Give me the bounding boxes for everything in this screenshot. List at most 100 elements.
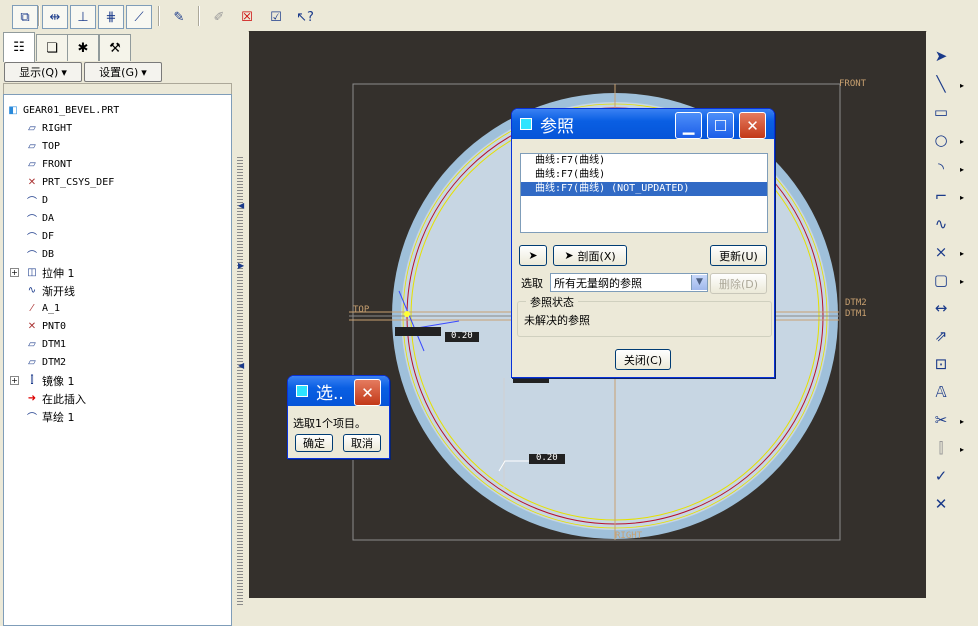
expand-toggle[interactable]: + [10, 376, 19, 385]
tree-item[interactable]: ▱ DTM2 [25, 354, 66, 371]
point-icon[interactable]: × [929, 241, 953, 263]
select-arrow-icon[interactable]: ➤ [929, 45, 953, 67]
flyout-arrow-icon[interactable]: ▸ [960, 445, 964, 454]
tree-item[interactable]: ⌒ DB [25, 246, 54, 263]
flyout-arrow-icon[interactable]: ▸ [960, 193, 964, 202]
tree-item[interactable]: ◫ 拉伸 1 [25, 264, 74, 281]
modify-icon[interactable]: ⇗ [929, 325, 953, 347]
dimension-icon[interactable]: ↔ [929, 297, 953, 319]
tree-item[interactable]: ✕ PNT0 [25, 318, 66, 335]
tree-item-root[interactable]: ◧ GEAR01_BEVEL.PRT [6, 102, 119, 119]
tree-item[interactable]: ▱ DTM1 [25, 336, 66, 353]
top-datum-label: TOP [353, 305, 370, 315]
minimize-icon[interactable]: ▁ [675, 112, 702, 139]
pick-reference-button[interactable]: ➤ [519, 245, 547, 266]
datum-planes-display-icon[interactable]: ⇹ [42, 5, 68, 29]
dimension-value[interactable]: 0.20 [536, 453, 558, 463]
spline-icon[interactable]: ∿ [929, 213, 953, 235]
splitter-grip [237, 157, 243, 607]
expand-toggle[interactable]: + [10, 268, 19, 277]
section-button[interactable]: ➤ 剖面(X) [553, 245, 627, 266]
datum-points-display-icon[interactable]: ⋕ [98, 5, 124, 29]
maximize-icon[interactable]: ☐ [707, 112, 734, 139]
datum-axes-display-icon[interactable]: ⊥ [70, 5, 96, 29]
datum-plane-icon: ▱ [28, 141, 36, 152]
flyout-arrow-icon[interactable]: ▸ [960, 277, 964, 286]
coordinate-systems-display-icon[interactable]: ⟋ [126, 5, 152, 29]
app-icon [296, 385, 308, 397]
select-box-icon[interactable]: ☑ [263, 5, 289, 29]
ok-button[interactable]: 确定 [295, 434, 333, 452]
favorites-tab[interactable]: ⚒ [99, 34, 131, 61]
tree-item[interactable]: ⌒ D [25, 192, 48, 209]
datum-plane-icon: ▱ [28, 159, 36, 170]
display-dropdown-button[interactable]: 显示(Q) ▾ [4, 62, 82, 82]
toolbar-separator [38, 6, 40, 26]
tree-item[interactable]: ⌒ DF [25, 228, 54, 245]
collapse-arrow-icon[interactable]: ◀ [238, 361, 244, 370]
accept-icon[interactable]: ✓ [929, 465, 953, 487]
layer-tab[interactable]: ❏ [36, 34, 68, 61]
rectangle-icon[interactable]: ▭ [929, 101, 953, 123]
circle-icon[interactable]: ○ [929, 129, 953, 151]
properties-tab[interactable]: ✱ [67, 34, 99, 61]
tree-item[interactable]: ∿ 渐开线 [25, 282, 75, 299]
tree-item[interactable]: ⫿ 镜像 1 [25, 372, 74, 389]
tree-item[interactable]: ▱ RIGHT [25, 120, 72, 137]
list-item[interactable]: 曲线:F7(曲线) [521, 168, 767, 182]
flyout-arrow-icon[interactable]: ▸ [960, 81, 964, 90]
settings-dropdown-button[interactable]: 设置(G) ▾ [84, 62, 162, 82]
section-button-label: 剖面(X) [577, 249, 616, 263]
mirror-sketch-icon[interactable]: ⫿ [929, 437, 953, 459]
trim-icon[interactable]: ✂ [929, 409, 953, 431]
panel-splitter[interactable]: ◀ ▶ ◀ [236, 31, 248, 608]
tree-item-label: DA [42, 213, 55, 224]
context-help-icon[interactable]: ↖? [292, 5, 318, 29]
constraints-icon[interactable]: ⊡ [929, 353, 953, 375]
flyout-arrow-icon[interactable]: ▸ [960, 249, 964, 258]
tree-item[interactable]: ⌒ 草绘 1 [25, 408, 75, 425]
datum-plane-icon: ▱ [28, 123, 36, 134]
tree-item-label: 渐开线 [42, 284, 75, 298]
tree-item[interactable]: ⌒ DA [25, 210, 54, 227]
line-icon[interactable]: ╲ [929, 73, 953, 95]
close-icon[interactable]: ✕ [739, 112, 766, 139]
flyout-arrow-icon[interactable]: ▸ [960, 165, 964, 174]
tree-item-label: RIGHT [42, 123, 73, 134]
fillet-icon[interactable]: ⌐ [929, 185, 953, 207]
annotation-icon[interactable]: ✎ [166, 5, 192, 29]
collapse-arrow-icon[interactable]: ◀ [238, 201, 244, 210]
flyout-arrow-icon[interactable]: ▸ [960, 417, 964, 426]
saved-views-icon[interactable]: ⧉ [12, 5, 38, 29]
datum-plane-icon: ▱ [28, 357, 36, 368]
filter-select[interactable]: 所有无量纲的参照 ▼ [550, 273, 708, 292]
cancel-icon[interactable]: ✕ [929, 493, 953, 515]
model-tree-tab[interactable]: ☷ [3, 32, 35, 62]
text-icon[interactable]: 𝔸 [929, 381, 953, 403]
tree-item[interactable]: ▱ TOP [25, 138, 60, 155]
expand-arrow-icon[interactable]: ▶ [238, 261, 244, 270]
tree-item-label: DTM2 [42, 357, 67, 368]
tree-item[interactable]: ▱ FRONT [25, 156, 72, 173]
use-edge-icon[interactable]: ▢ [929, 269, 953, 291]
arc-icon[interactable]: ◝ [929, 157, 953, 179]
list-item[interactable]: 曲线:F7(曲线) [521, 154, 767, 168]
regenerate-icon[interactable]: ✐ [206, 5, 232, 29]
chevron-down-icon: ▾ [141, 65, 147, 79]
dimension-value[interactable]: 0.20 [451, 331, 473, 341]
close-button[interactable]: 关闭(C) [615, 349, 671, 370]
list-item[interactable]: 曲线:F7(曲线) (NOT_UPDATED) [521, 182, 767, 196]
tree-item[interactable]: ➜ 在此插入 [25, 390, 86, 407]
flyout-arrow-icon[interactable]: ▸ [960, 137, 964, 146]
dialog-titlebar[interactable]: 参照 [512, 109, 774, 139]
delete-icon[interactable]: ☒ [234, 5, 260, 29]
tree-item[interactable]: ⁄ A_1 [25, 300, 60, 317]
chevron-down-icon[interactable]: ▼ [691, 275, 707, 290]
delete-button-label: 删除(D) [718, 277, 759, 291]
tree-item[interactable]: ✕ PRT_CSYS_DEF [25, 174, 114, 191]
close-icon[interactable]: ✕ [354, 379, 381, 406]
delete-button[interactable]: 删除(D) [710, 273, 767, 294]
references-list[interactable]: 曲线:F7(曲线) 曲线:F7(曲线) 曲线:F7(曲线) (NOT_UPDAT… [520, 153, 768, 233]
cancel-button[interactable]: 取消 [343, 434, 381, 452]
update-button[interactable]: 更新(U) [710, 245, 767, 266]
